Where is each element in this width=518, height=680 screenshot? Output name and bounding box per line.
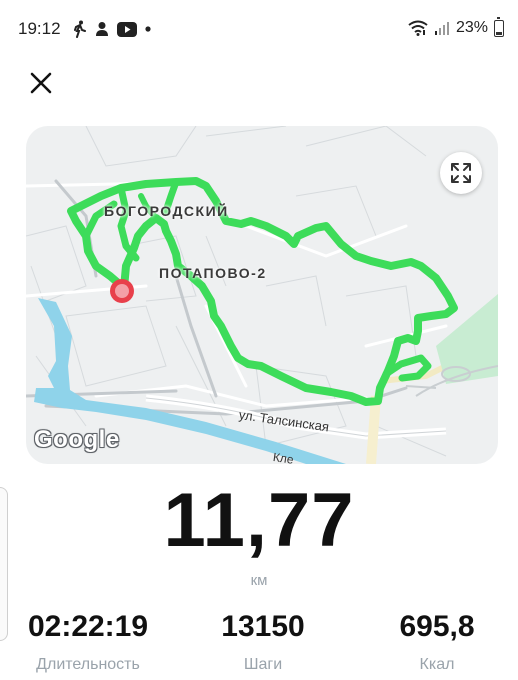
battery-icon xyxy=(494,16,504,37)
walking-icon xyxy=(74,20,86,38)
stat-kcal-value: 695,8 xyxy=(399,610,475,643)
signal-icon xyxy=(434,22,449,35)
dot-icon xyxy=(145,26,151,32)
stat-steps: 13150 Шаги xyxy=(177,610,349,674)
wifi-icon xyxy=(408,20,428,36)
status-bar: 19:12 23% xyxy=(0,0,518,58)
stat-steps-label: Шаги xyxy=(243,656,283,673)
status-right: 23% xyxy=(408,16,504,37)
map-label-street-partial: Кле xyxy=(272,450,295,464)
expand-map-button[interactable] xyxy=(440,152,482,194)
stat-duration-label: Длительность xyxy=(36,656,140,673)
stat-duration: 02:22:19 Длительность xyxy=(2,610,174,674)
close-icon xyxy=(30,72,52,94)
map-label-district-1: БОГОРОДСКИЙ xyxy=(104,203,229,219)
expand-icon xyxy=(451,163,471,183)
close-button[interactable] xyxy=(26,68,56,98)
stat-steps-value: 13150 xyxy=(221,610,305,643)
stat-kcal: 695,8 Ккал xyxy=(351,610,518,674)
status-left-icons xyxy=(73,20,151,38)
distance-unit: км xyxy=(250,572,268,589)
youtube-icon xyxy=(117,21,137,37)
person-icon xyxy=(96,22,108,36)
google-logo: Google xyxy=(34,426,120,453)
status-time: 19:12 xyxy=(18,19,61,38)
stat-kcal-label: Ккал xyxy=(419,656,455,673)
distance-value: 11,77 xyxy=(163,478,355,563)
battery-percent: 23% xyxy=(455,19,488,36)
route-map[interactable]: БОГОРОДСКИЙ ПОТАПОВО-2 ул. Талсинская Кл… xyxy=(26,126,498,464)
map-label-district-2: ПОТАПОВО-2 xyxy=(159,265,267,281)
stat-duration-value: 02:22:19 xyxy=(27,610,149,643)
